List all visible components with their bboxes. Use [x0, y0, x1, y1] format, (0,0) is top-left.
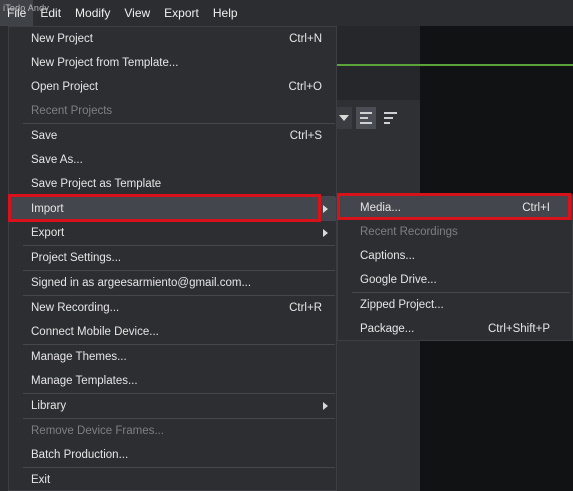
menu-modify[interactable]: Modify — [68, 0, 117, 26]
menu-item-label: Save — [31, 130, 58, 142]
chevron-down-icon — [339, 115, 349, 121]
submenu-item-captions[interactable]: Captions... — [338, 244, 572, 268]
menu-item-new-project[interactable]: New Project Ctrl+N — [9, 27, 336, 51]
chevron-right-icon — [323, 205, 328, 213]
menu-item-label: New Project — [31, 33, 93, 45]
view-dropdown[interactable] — [336, 107, 352, 129]
menu-item-shortcut: Ctrl+R — [289, 302, 322, 314]
menu-item-manage-templates[interactable]: Manage Templates... — [9, 369, 336, 393]
menu-item-label: Connect Mobile Device... — [31, 326, 159, 338]
menu-item-save[interactable]: Save Ctrl+S — [9, 124, 336, 148]
menu-item-exit[interactable]: Exit — [9, 468, 336, 491]
submenu-item-recent-recordings: Recent Recordings — [338, 220, 572, 244]
menu-item-label: New Recording... — [31, 302, 120, 314]
menu-file[interactable]: File — [0, 0, 34, 26]
submenu-item-google-drive[interactable]: Google Drive... — [338, 268, 572, 292]
menu-item-save-as-template[interactable]: Save Project as Template — [9, 172, 336, 196]
panel-toolbar — [336, 104, 416, 132]
menu-item-manage-themes[interactable]: Manage Themes... — [9, 345, 336, 369]
menu-item-open-project[interactable]: Open Project Ctrl+O — [9, 75, 336, 99]
menu-item-signed-in[interactable]: Signed in as argeesarmiento@gmail.com... — [9, 271, 336, 295]
menu-item-label: Manage Themes... — [31, 351, 127, 363]
menu-item-label: New Project from Template... — [31, 57, 179, 69]
menu-item-shortcut: Ctrl+I — [522, 202, 550, 214]
align-lines-icon[interactable] — [380, 107, 400, 129]
menu-item-label: Manage Templates... — [31, 375, 138, 387]
menu-item-label: Project Settings... — [31, 252, 122, 264]
menu-item-import[interactable]: Import — [9, 197, 336, 221]
submenu-item-media[interactable]: Media... Ctrl+I — [338, 196, 572, 220]
menu-help[interactable]: Help — [206, 0, 245, 26]
menu-view[interactable]: View — [117, 0, 157, 26]
menu-item-label: Zipped Project... — [360, 299, 444, 311]
submenu-item-zipped-project[interactable]: Zipped Project... — [338, 293, 572, 317]
menu-item-batch-production[interactable]: Batch Production... — [9, 443, 336, 467]
chevron-right-icon — [323, 402, 328, 410]
menu-item-label: Import — [31, 203, 64, 215]
menu-item-recent-projects: Recent Projects — [9, 99, 336, 123]
file-menu: New Project Ctrl+N New Project from Temp… — [8, 26, 337, 491]
menu-item-shortcut: Ctrl+S — [289, 130, 322, 142]
menu-item-save-as[interactable]: Save As... — [9, 148, 336, 172]
menu-export[interactable]: Export — [157, 0, 206, 26]
menu-item-new-recording[interactable]: New Recording... Ctrl+R — [9, 296, 336, 320]
menu-item-library[interactable]: Library — [9, 394, 336, 418]
menu-item-connect-mobile[interactable]: Connect Mobile Device... — [9, 320, 336, 344]
menu-item-label: Captions... — [360, 250, 415, 262]
menu-item-shortcut: Ctrl+O — [288, 81, 322, 93]
left-edge-panel — [0, 26, 8, 491]
menu-item-label: Batch Production... — [31, 449, 129, 461]
canvas-border — [336, 64, 573, 66]
menu-item-new-from-template[interactable]: New Project from Template... — [9, 51, 336, 75]
menu-item-label: Open Project — [31, 81, 99, 93]
submenu-item-package[interactable]: Package... Ctrl+Shift+P — [338, 317, 572, 341]
menu-item-shortcut: Ctrl+N — [289, 33, 322, 45]
chevron-right-icon — [323, 229, 328, 237]
menu-item-label: Remove Device Frames... — [31, 425, 164, 437]
align-left-icon[interactable] — [356, 107, 376, 129]
menu-item-project-settings[interactable]: Project Settings... — [9, 246, 336, 270]
menu-item-remove-device-frames: Remove Device Frames... — [9, 419, 336, 443]
menu-item-label: Google Drive... — [360, 274, 437, 286]
menu-item-shortcut: Ctrl+Shift+P — [488, 323, 550, 335]
import-submenu: Media... Ctrl+I Recent Recordings Captio… — [337, 194, 573, 341]
menu-item-export[interactable]: Export — [9, 221, 336, 245]
menu-edit[interactable]: Edit — [33, 0, 68, 26]
menu-bar: File Edit Modify View Export Help — [0, 0, 573, 26]
menu-item-label: Export — [31, 227, 65, 239]
menu-item-label: Save As... — [31, 154, 83, 166]
menu-item-label: Package... — [360, 323, 415, 335]
menu-item-label: Exit — [31, 474, 51, 486]
menu-item-label: Save Project as Template — [31, 178, 162, 190]
menu-item-label: Signed in as argeesarmiento@gmail.com... — [31, 277, 252, 289]
menu-item-label: Recent Projects — [31, 105, 113, 117]
menu-item-label: Media... — [360, 202, 401, 214]
menu-item-label: Recent Recordings — [360, 226, 458, 238]
menu-item-label: Library — [31, 400, 67, 412]
